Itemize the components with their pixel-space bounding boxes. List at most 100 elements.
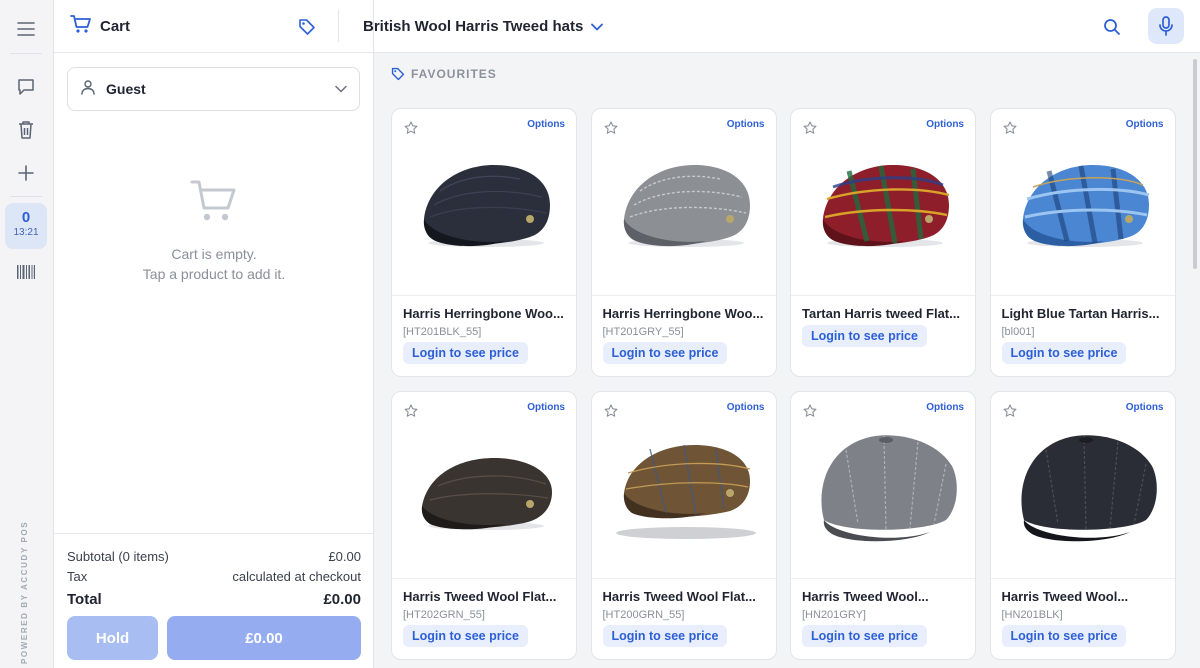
product-name: Harris Tweed Wool... (802, 589, 929, 604)
card-divider (791, 295, 975, 296)
empty-cart-message: Cart is empty. Tap a product to add it. (54, 178, 374, 284)
login-price-button[interactable]: Login to see price (602, 625, 728, 647)
rail-divider (10, 53, 42, 54)
cart-header: Cart (54, 0, 373, 53)
chevron-down-icon (591, 23, 604, 31)
product-sku: [HT202GRN_55] (403, 609, 485, 621)
plus-icon[interactable] (5, 152, 47, 194)
star-icon[interactable] (604, 404, 618, 418)
chat-icon[interactable] (5, 66, 47, 108)
product-card[interactable]: Options Light Blue Tartan Harris... [bl0… (989, 108, 1176, 377)
cart-title: Cart (100, 17, 131, 35)
options-badge[interactable]: Options (921, 117, 969, 132)
star-icon[interactable] (803, 404, 817, 418)
subtotal-value: £0.00 (328, 548, 361, 564)
product-sku: [HT200GRN_55] (602, 609, 685, 621)
category-title: British Wool Harris Tweed hats (363, 18, 584, 35)
header-divider (338, 10, 339, 42)
login-price-button[interactable]: Login to see price (1001, 625, 1127, 647)
product-image (791, 392, 975, 578)
left-rail: 0 13:21 POWERED BY ACCUDY POS (0, 0, 54, 668)
options-badge[interactable]: Options (1120, 400, 1169, 415)
card-divider (392, 578, 576, 579)
tag-icon[interactable] (292, 12, 322, 42)
product-name: Harris Tweed Wool Flat... (403, 589, 557, 604)
subtotal-row: Subtotal (0 items) £0.00 (67, 546, 361, 566)
options-badge[interactable]: Options (721, 400, 770, 415)
subtotal-label: Subtotal (0 items) (67, 548, 169, 564)
empty-cart-line2: Tap a product to add it. (142, 266, 286, 282)
options-badge[interactable]: Options (522, 400, 570, 415)
cart-panel: Cart Guest Cart is empty. Tap a product … (54, 0, 374, 668)
customer-select[interactable]: Guest (67, 67, 360, 111)
login-price-button[interactable]: Login to see price (403, 625, 528, 647)
product-card[interactable]: Options Harris Herringbone Woo... [HT201… (391, 108, 577, 377)
star-icon[interactable] (604, 121, 618, 135)
product-sku: [bl001] (1001, 326, 1035, 338)
product-image (991, 109, 1175, 295)
product-image (592, 109, 776, 295)
product-name: Harris Herringbone Woo... (602, 306, 764, 321)
product-grid: Options Harris Herringbone Woo... [HT201… (391, 108, 1176, 660)
product-card[interactable]: Options Harris Tweed Wool Flat... [HT200… (590, 391, 777, 660)
total-value: £0.00 (323, 590, 361, 608)
product-card[interactable]: Options Harris Tweed Wool... [HN201GRY] … (790, 391, 976, 660)
login-price-button[interactable]: Login to see price (802, 325, 927, 347)
options-badge[interactable]: Options (921, 400, 969, 415)
product-card[interactable]: Options Tartan Harris tweed Flat... Logi… (790, 108, 976, 377)
options-badge[interactable]: Options (522, 117, 570, 132)
star-icon[interactable] (803, 121, 817, 135)
total-row: Total £0.00 (67, 586, 361, 612)
product-name: Harris Herringbone Woo... (403, 306, 564, 321)
product-sku: [HN201GRY] (802, 609, 866, 621)
product-image (592, 392, 776, 578)
scrollbar[interactable] (1193, 59, 1197, 269)
star-icon[interactable] (1003, 404, 1017, 418)
tag-icon (391, 67, 405, 81)
products-area: FAVOURITES Options Harris Herringbone Wo… (374, 53, 1200, 668)
hold-button[interactable]: Hold (67, 616, 158, 660)
product-card[interactable]: Options Harris Tweed Wool... [HN201BLK] … (989, 391, 1176, 660)
login-price-button[interactable]: Login to see price (403, 342, 528, 364)
product-sku: [HT201GRY_55] (602, 326, 684, 338)
login-price-button[interactable]: Login to see price (602, 342, 728, 364)
product-card[interactable]: Options Harris Tweed Wool Flat... [HT202… (391, 391, 577, 660)
login-price-button[interactable]: Login to see price (1001, 342, 1127, 364)
cart-count: 0 (21, 209, 31, 226)
card-divider (591, 295, 776, 296)
cart-actions: Hold £0.00 (67, 616, 361, 660)
star-icon[interactable] (1003, 121, 1017, 135)
cart-icon (70, 14, 92, 39)
login-price-button[interactable]: Login to see price (802, 625, 927, 647)
product-image (392, 109, 576, 295)
cart-counter[interactable]: 0 13:21 (5, 203, 47, 249)
tax-value: calculated at checkout (232, 568, 361, 584)
card-divider (990, 578, 1175, 579)
star-icon[interactable] (404, 404, 418, 418)
pay-button[interactable]: £0.00 (167, 616, 361, 660)
options-badge[interactable]: Options (721, 117, 770, 132)
favourites-label: FAVOURITES (411, 67, 497, 81)
cart-totals: Subtotal (0 items) £0.00 Tax calculated … (54, 533, 374, 612)
tax-label: Tax (67, 568, 88, 584)
star-icon[interactable] (404, 121, 418, 135)
product-image (392, 392, 576, 578)
microphone-icon[interactable] (1148, 8, 1184, 44)
search-icon[interactable] (1097, 12, 1127, 42)
product-name: Light Blue Tartan Harris... (1001, 306, 1160, 321)
options-badge[interactable]: Options (1120, 117, 1169, 132)
product-card[interactable]: Options Harris Herringbone Woo... [HT201… (590, 108, 777, 377)
barcode-icon[interactable] (5, 251, 47, 293)
trash-icon[interactable] (5, 109, 47, 151)
empty-cart-icon (190, 180, 236, 221)
powered-by-label: POWERED BY ACCUDY POS (20, 520, 29, 664)
product-sku: [HT201BLK_55] (403, 326, 482, 338)
card-divider (591, 578, 776, 579)
cart-time: 13:21 (13, 227, 39, 238)
total-label: Total (67, 590, 102, 608)
menu-icon[interactable] (5, 8, 47, 50)
category-dropdown[interactable]: British Wool Harris Tweed hats (363, 0, 604, 53)
customer-name: Guest (106, 81, 146, 97)
user-icon (80, 79, 96, 100)
product-name: Harris Tweed Wool... (1001, 589, 1129, 604)
